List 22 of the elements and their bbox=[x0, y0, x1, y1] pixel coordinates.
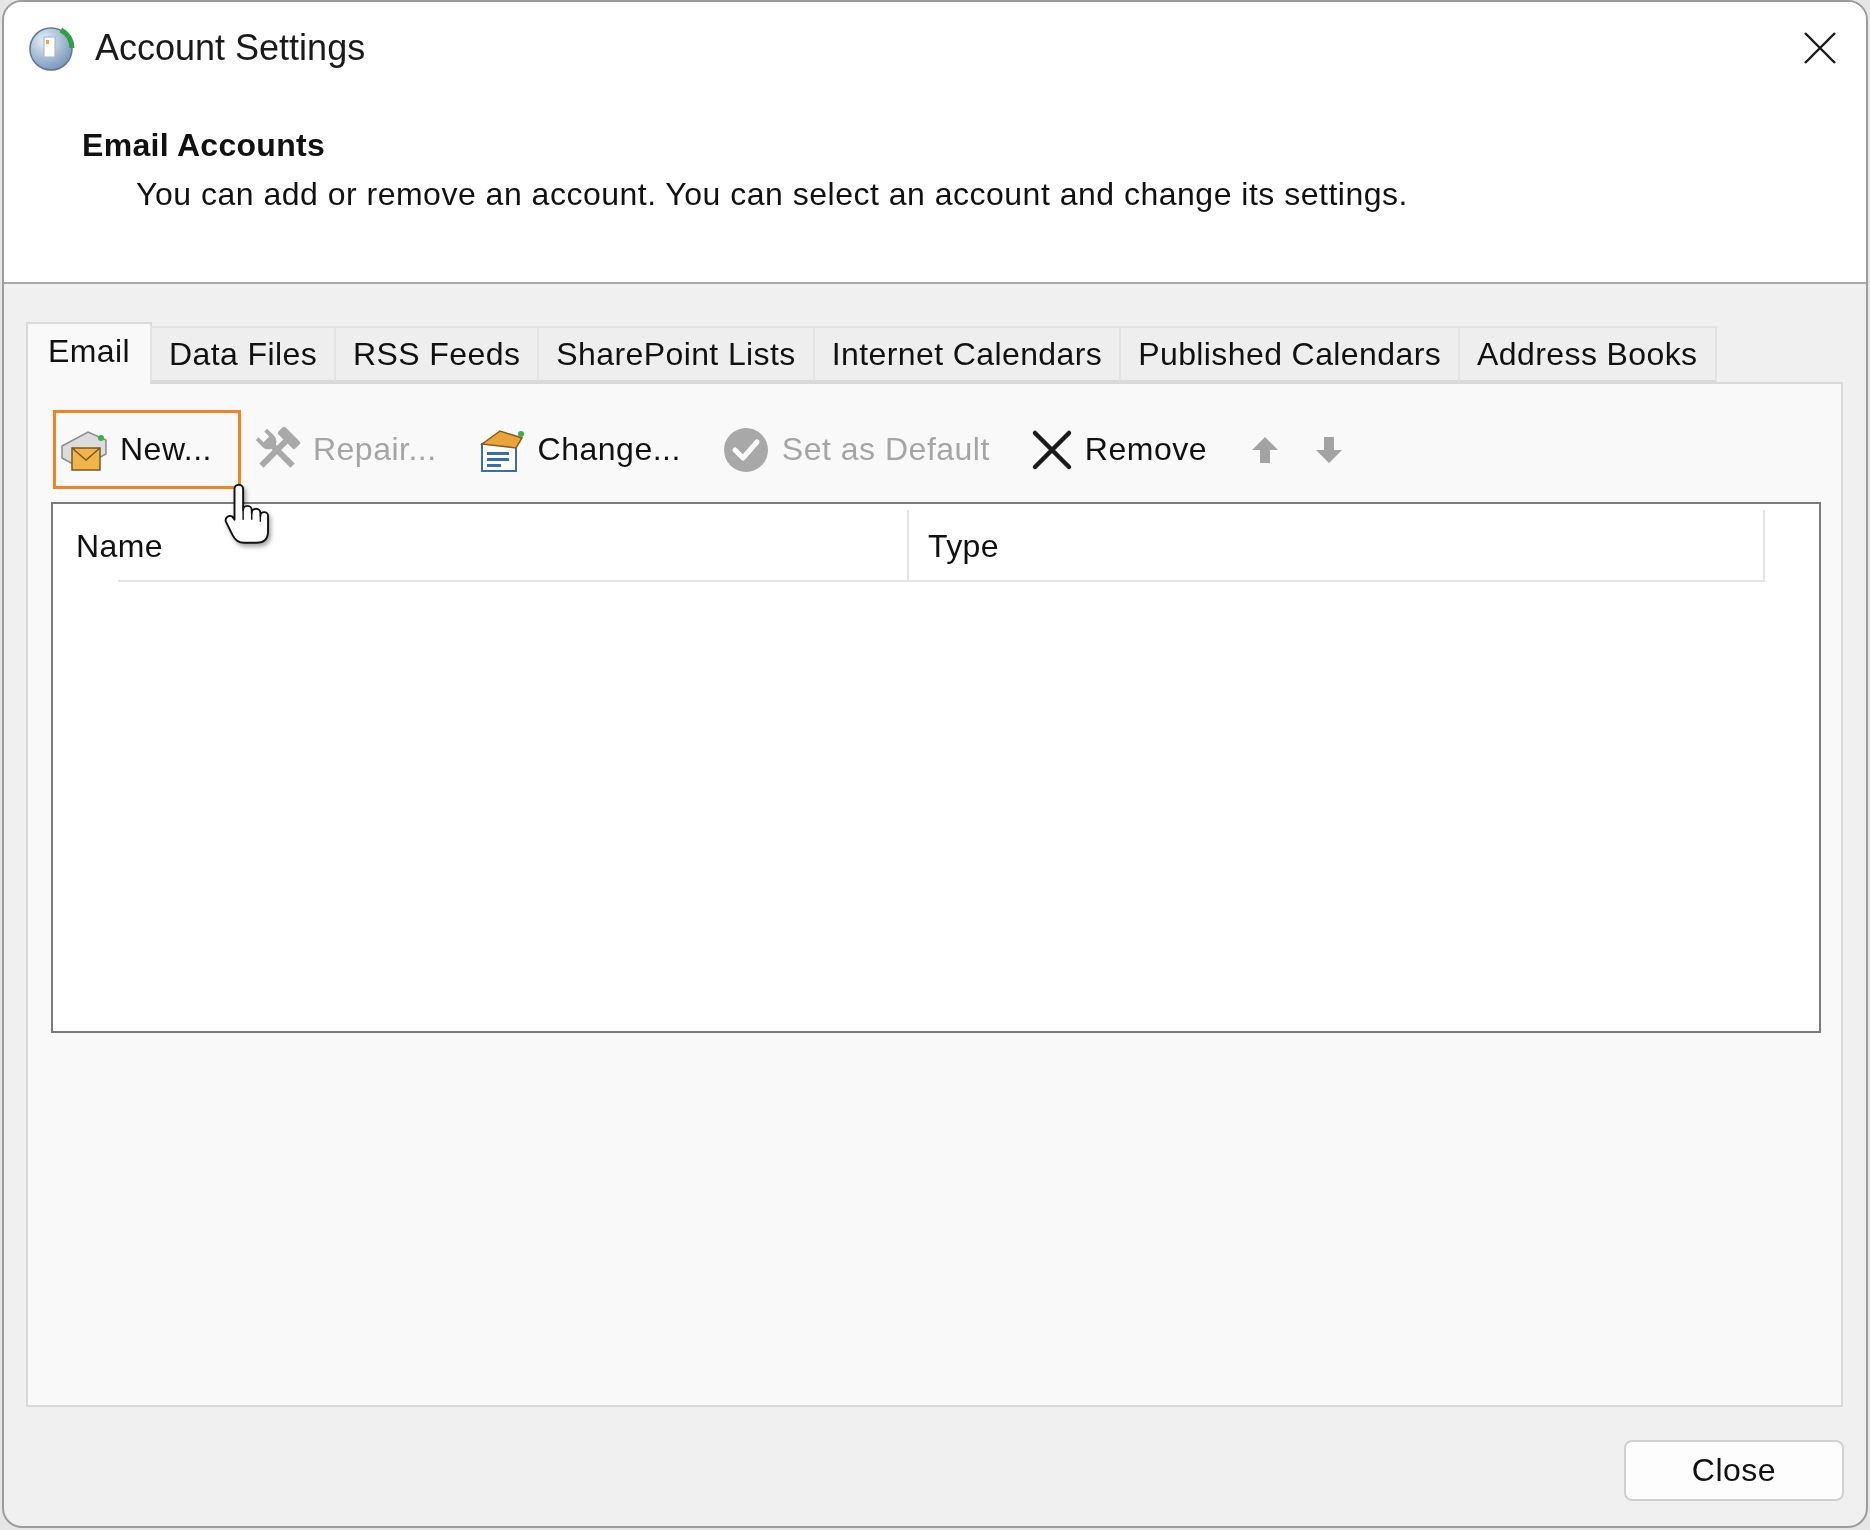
description-text: You can add or remove an account. You can select an account and change its settings. bbox=[136, 175, 1408, 214]
tab[interactable]: RSS Feeds bbox=[334, 326, 540, 382]
close-button[interactable]: Close bbox=[1624, 1440, 1844, 1501]
column-header[interactable]: Name bbox=[53, 510, 909, 582]
tab[interactable]: Address Books bbox=[1458, 326, 1717, 382]
tab[interactable]: SharePoint Lists bbox=[537, 326, 815, 382]
change-button[interactable]: Change... bbox=[470, 410, 710, 489]
window-title: Account Settings bbox=[95, 27, 366, 69]
column-header[interactable]: Type bbox=[909, 510, 1765, 582]
check-circle-icon bbox=[721, 425, 770, 474]
tab[interactable]: Internet Calendars bbox=[812, 326, 1122, 382]
section-heading: Email Accounts bbox=[82, 126, 326, 165]
tab[interactable]: Published Calendars bbox=[1119, 326, 1461, 382]
window-close-button[interactable] bbox=[1803, 31, 1837, 65]
arrow-down-icon bbox=[1314, 434, 1344, 465]
x-icon bbox=[1030, 428, 1073, 471]
tab[interactable]: Email bbox=[26, 322, 152, 384]
arrow-up-icon bbox=[1250, 434, 1280, 465]
close-icon bbox=[1803, 31, 1837, 65]
globe-icon bbox=[28, 24, 76, 72]
remove-button[interactable]: Remove bbox=[1023, 410, 1236, 489]
tab[interactable]: Data Files bbox=[150, 326, 337, 382]
